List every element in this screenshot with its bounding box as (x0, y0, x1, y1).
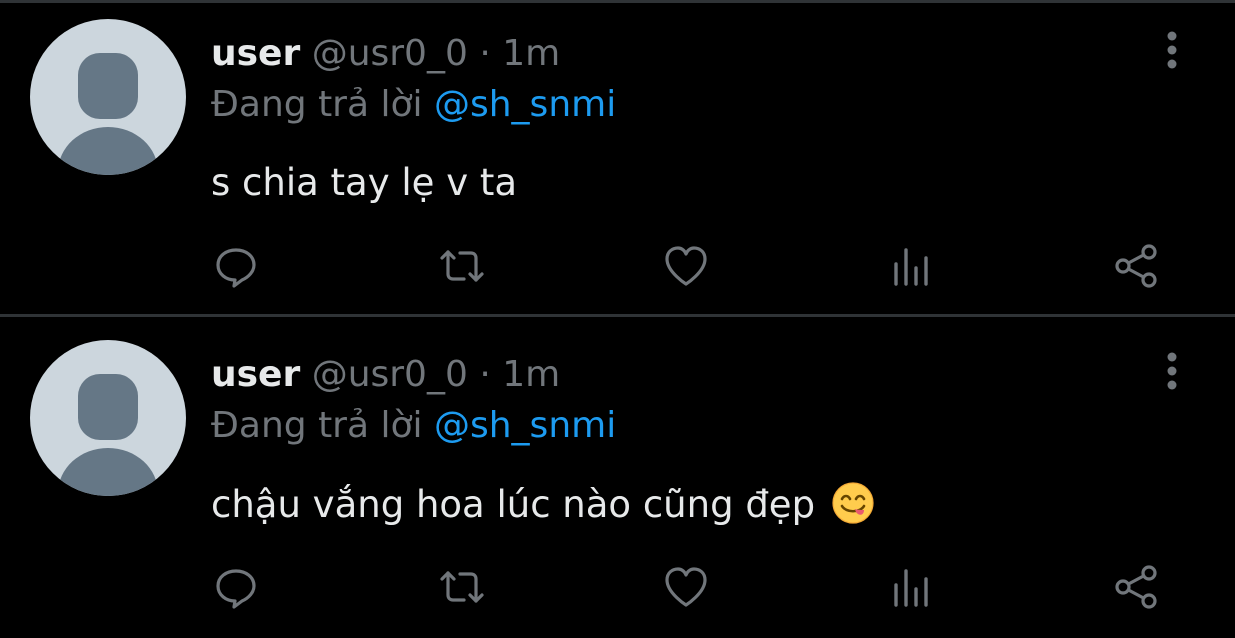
retweet-icon (440, 571, 484, 603)
avatar-head-shape (78, 53, 138, 119)
reply-button[interactable] (212, 563, 260, 611)
share-icon (1115, 565, 1157, 609)
more-vertical-icon (1167, 31, 1177, 69)
replying-to-line: Đang trả lời @sh_snmi (211, 404, 616, 448)
header-separator: · (479, 33, 491, 74)
more-vertical-icon (1167, 352, 1177, 390)
tweet-divider (0, 314, 1235, 317)
avatar[interactable] (30, 340, 186, 496)
author-name[interactable]: user (211, 33, 300, 74)
analytics-icon (894, 569, 928, 607)
more-options-button[interactable] (1152, 28, 1192, 72)
tweet-timestamp[interactable]: 1m (502, 354, 560, 395)
share-button[interactable] (1112, 242, 1160, 290)
replying-to-line: Đang trả lời @sh_snmi (211, 83, 616, 127)
tweet-header: user @usr0_0 · 1m (211, 32, 560, 76)
share-icon (1115, 244, 1157, 288)
more-options-button[interactable] (1152, 349, 1192, 393)
tweet-text: chậu vắng hoa lúc nào cũng đẹp (211, 481, 875, 528)
tweet-header: user @usr0_0 · 1m (211, 353, 560, 397)
avatar[interactable] (30, 19, 186, 175)
like-icon (665, 567, 707, 607)
reply-icon (216, 248, 256, 288)
author-handle[interactable]: @usr0_0 (312, 33, 468, 74)
replying-to-label: Đang trả lời (211, 84, 423, 125)
retweet-button[interactable] (438, 242, 486, 290)
reply-icon (216, 569, 256, 609)
like-button[interactable] (662, 242, 710, 290)
reply-button[interactable] (212, 242, 260, 290)
replying-to-label: Đang trả lời (211, 405, 423, 446)
retweet-icon (440, 250, 484, 282)
like-button[interactable] (662, 563, 710, 611)
tweet-text-body: chậu vắng hoa lúc nào cũng đẹp (211, 483, 816, 526)
share-button[interactable] (1112, 563, 1160, 611)
reply-mention-link[interactable]: @sh_snmi (434, 84, 616, 125)
author-name[interactable]: user (211, 354, 300, 395)
header-separator: · (479, 354, 491, 395)
tweet-text: s chia tay lẹ v ta (211, 160, 517, 206)
reply-mention-link[interactable]: @sh_snmi (434, 405, 616, 446)
face-savoring-food-emoji-icon (831, 481, 875, 525)
tweet-item[interactable]: user @usr0_0 · 1m Đang trả lời @sh_snmi … (0, 321, 1235, 636)
avatar-body-shape (58, 448, 158, 496)
tweet-item[interactable]: user @usr0_0 · 1m Đang trả lời @sh_snmi … (0, 0, 1235, 315)
analytics-button[interactable] (888, 563, 936, 611)
analytics-icon (894, 248, 928, 286)
retweet-button[interactable] (438, 563, 486, 611)
tweet-text-body: s chia tay lẹ v ta (211, 161, 518, 204)
analytics-button[interactable] (888, 242, 936, 290)
avatar-head-shape (78, 374, 138, 440)
tweet-timestamp[interactable]: 1m (502, 33, 560, 74)
author-handle[interactable]: @usr0_0 (312, 354, 468, 395)
like-icon (665, 246, 707, 286)
avatar-body-shape (58, 127, 158, 175)
